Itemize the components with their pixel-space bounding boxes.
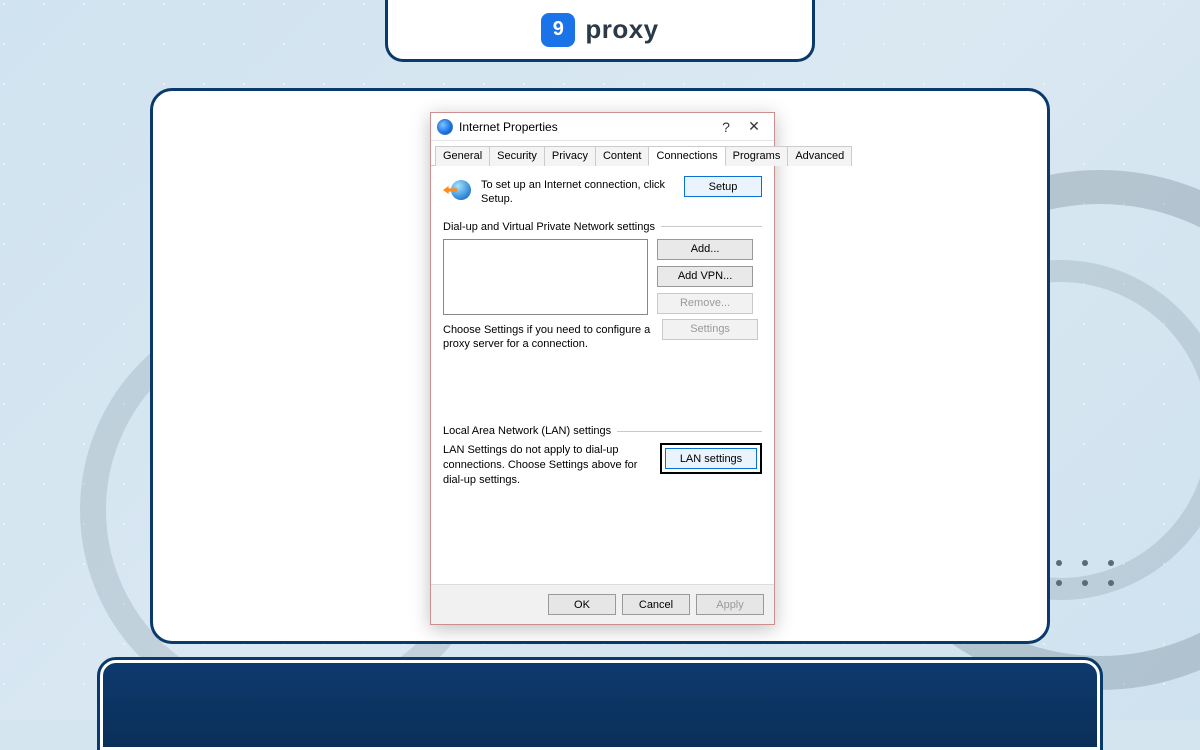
connection-wizard-icon [443, 176, 473, 206]
lan-settings-highlight: LAN settings [660, 443, 762, 474]
dialup-connections-listbox[interactable] [443, 239, 648, 315]
help-button[interactable]: ? [712, 116, 740, 138]
tab-general[interactable]: General [435, 146, 490, 166]
dialog-title: Internet Properties [459, 120, 712, 134]
titlebar[interactable]: Internet Properties ? ✕ [431, 113, 774, 141]
setup-instruction-text: To set up an Internet connection, click … [481, 176, 676, 207]
lan-settings-button[interactable]: LAN settings [665, 448, 757, 469]
dialog-footer: OK Cancel Apply [431, 584, 774, 624]
brand-banner: 9 proxy [385, 0, 815, 62]
brand-text: proxy [585, 14, 658, 45]
add-button[interactable]: Add... [657, 239, 753, 260]
tab-advanced[interactable]: Advanced [787, 146, 852, 166]
dialup-section-heading: Dial-up and Virtual Private Network sett… [443, 221, 762, 233]
internet-properties-dialog: Internet Properties ? ✕ General Security… [430, 112, 775, 625]
lan-heading-text: Local Area Network (LAN) settings [443, 425, 611, 437]
setup-button[interactable]: Setup [684, 176, 762, 197]
bottom-banner [100, 660, 1100, 750]
tab-strip: General Security Privacy Content Connect… [431, 141, 774, 166]
dialup-heading-text: Dial-up and Virtual Private Network sett… [443, 221, 655, 233]
add-vpn-button[interactable]: Add VPN... [657, 266, 753, 287]
internet-options-icon [437, 119, 453, 135]
brand-logo-icon: 9 [541, 13, 575, 47]
tab-content[interactable]: Content [595, 146, 650, 166]
lan-section-heading: Local Area Network (LAN) settings [443, 425, 762, 437]
close-button[interactable]: ✕ [740, 116, 768, 138]
lan-hint-text: LAN Settings do not apply to dial-up con… [443, 443, 652, 488]
tab-security[interactable]: Security [489, 146, 545, 166]
dialog-body: To set up an Internet connection, click … [431, 166, 774, 584]
tab-privacy[interactable]: Privacy [544, 146, 596, 166]
tab-programs[interactable]: Programs [725, 146, 789, 166]
ok-button[interactable]: OK [548, 594, 616, 615]
remove-button: Remove... [657, 293, 753, 314]
cancel-button[interactable]: Cancel [622, 594, 690, 615]
tab-connections[interactable]: Connections [648, 146, 725, 166]
dialup-settings-button: Settings [662, 319, 758, 340]
apply-button: Apply [696, 594, 764, 615]
dialup-hint-text: Choose Settings if you need to configure… [443, 323, 653, 352]
